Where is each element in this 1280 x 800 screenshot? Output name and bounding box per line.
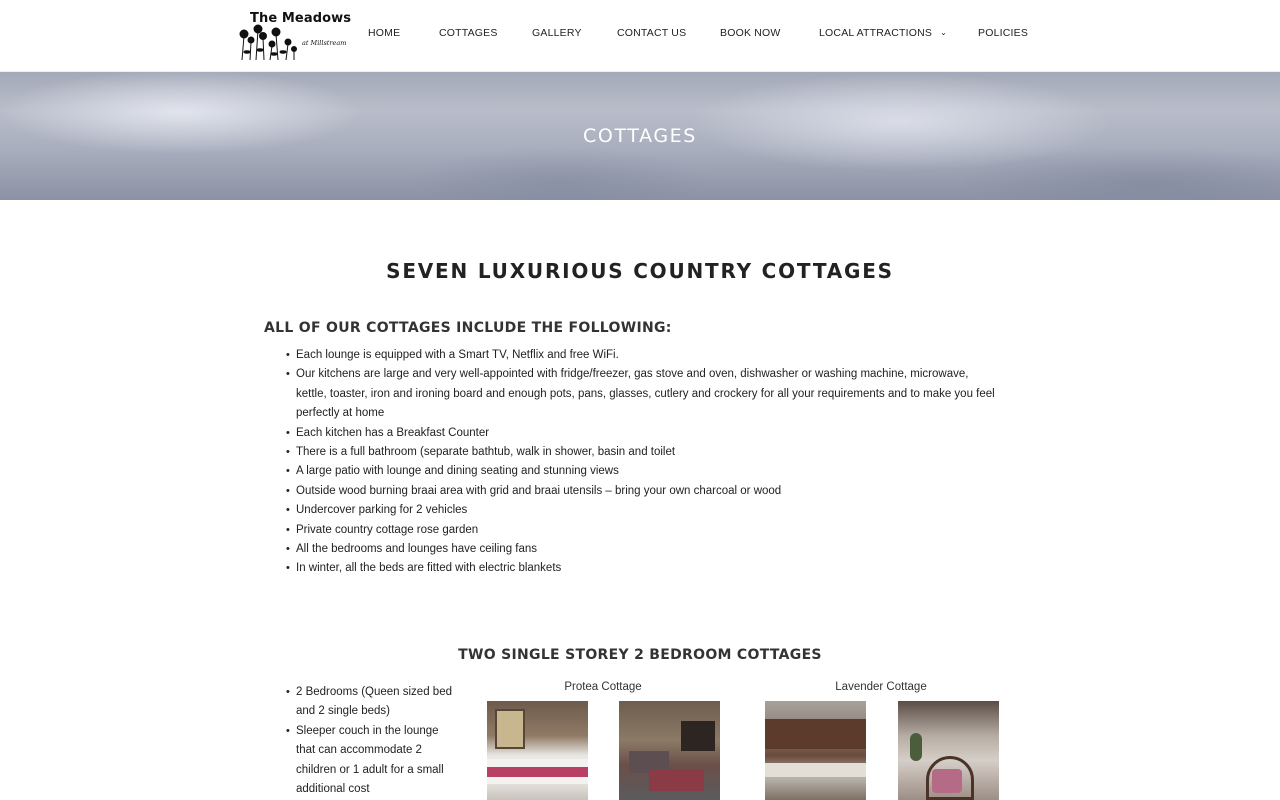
counter-shape: [765, 763, 866, 777]
section-title: TWO SINGLE STOREY 2 BEDROOM COTTAGES: [458, 647, 822, 663]
list-item: In winter, all the beds are fitted with …: [286, 559, 1006, 579]
chevron-down-icon: ⌄: [940, 28, 947, 37]
tv-cabinet-shape: [681, 721, 715, 751]
main-nav: HOME COTTAGES GALLERY CONTACT US BOOK NO…: [0, 27, 1280, 41]
list-item: Sleeper couch in the lounge that can acc…: [286, 722, 456, 800]
rug-shape: [649, 769, 704, 791]
nav-policies[interactable]: POLICIES: [978, 27, 1028, 39]
hero-banner: COTTAGES: [0, 72, 1280, 200]
cottage-details-list: 2 Bedrooms (Queen sized bed and 2 single…: [286, 683, 456, 799]
list-item: 2 Bedrooms (Queen sized bed and 2 single…: [286, 683, 456, 722]
hero-title: COTTAGES: [583, 125, 697, 147]
protea-cottage-label: Protea Cottage: [564, 681, 642, 693]
nav-book-now[interactable]: BOOK NOW: [720, 27, 781, 39]
list-item: Our kitchens are large and very well-app…: [286, 365, 1006, 423]
bed-throw-shape: [487, 767, 588, 777]
list-item: Each kitchen has a Breakfast Counter: [286, 424, 1006, 444]
lavender-cottage-label: Lavender Cottage: [835, 681, 927, 693]
plant-shape: [910, 733, 922, 761]
list-item: Each lounge is equipped with a Smart TV,…: [286, 346, 1006, 366]
pillow-shape: [932, 769, 962, 793]
list-item: Private country cottage rose garden: [286, 521, 1006, 541]
nav-home[interactable]: HOME: [368, 27, 400, 39]
nav-cottages[interactable]: COTTAGES: [439, 27, 498, 39]
page-heading: SEVEN LUXURIOUS COUNTRY COTTAGES: [386, 259, 894, 283]
list-item: Undercover parking for 2 vehicles: [286, 501, 1006, 521]
features-list: Each lounge is equipped with a Smart TV,…: [286, 346, 1006, 579]
list-item: All the bedrooms and lounges have ceilin…: [286, 540, 1006, 560]
nav-contact-us[interactable]: CONTACT US: [617, 27, 686, 39]
list-item: There is a full bathroom (separate batht…: [286, 443, 1006, 463]
protea-bedroom-photo[interactable]: [487, 701, 588, 800]
nav-local-attractions-label: LOCAL ATTRACTIONS: [819, 27, 933, 39]
lavender-kitchen-photo[interactable]: [765, 701, 866, 800]
list-item: Outside wood burning braai area with gri…: [286, 482, 1006, 502]
window-shape: [495, 709, 525, 749]
nav-local-attractions[interactable]: LOCAL ATTRACTIONS ⌄: [819, 27, 947, 39]
cabinet-shape: [765, 719, 866, 749]
nav-gallery[interactable]: GALLERY: [532, 27, 582, 39]
includes-heading: ALL OF OUR COTTAGES INCLUDE THE FOLLOWIN…: [264, 320, 672, 336]
lavender-chair-photo[interactable]: [898, 701, 999, 800]
protea-lounge-photo[interactable]: [619, 701, 720, 800]
list-item: A large patio with lounge and dining sea…: [286, 462, 1006, 482]
site-header: The Meadows at Millstream HOME COTTAGES …: [0, 0, 1280, 72]
